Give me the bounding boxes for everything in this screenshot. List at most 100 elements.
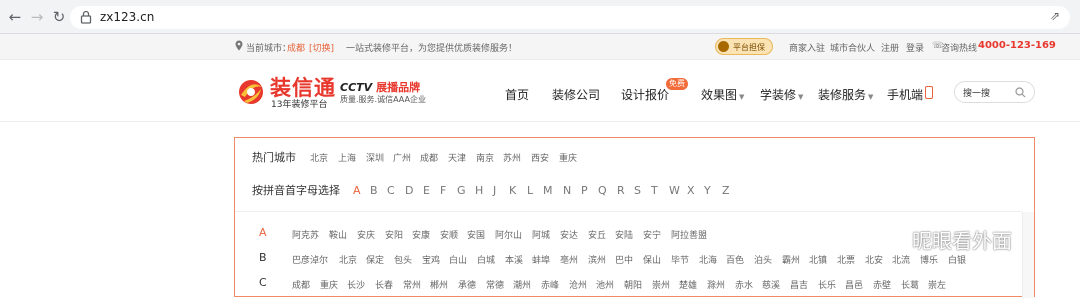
city-link[interactable]: 慈溪 xyxy=(762,278,780,291)
letter-filter[interactable]: T xyxy=(651,184,658,197)
switch-city-link[interactable]: [切换] xyxy=(309,41,334,54)
city-link[interactable]: 保山 xyxy=(643,253,661,266)
city-link[interactable]: 赤水 xyxy=(735,278,753,291)
city-link[interactable]: 安陆 xyxy=(615,228,633,241)
city-link[interactable]: 安阳 xyxy=(385,228,403,241)
city-link[interactable]: 百色 xyxy=(726,253,744,266)
hot-city-link[interactable]: 北京 xyxy=(310,151,328,164)
city-link[interactable]: 毕节 xyxy=(671,253,689,266)
hot-city-link[interactable]: 苏州 xyxy=(503,151,521,164)
letter-filter[interactable]: S xyxy=(634,184,641,197)
letter-filter[interactable]: N xyxy=(563,184,571,197)
city-link[interactable]: 安庆 xyxy=(357,228,375,241)
city-link[interactable]: 安宁 xyxy=(643,228,661,241)
letter-filter[interactable]: Q xyxy=(598,184,607,197)
city-link[interactable]: 亳州 xyxy=(560,253,578,266)
reload-icon[interactable]: ↻ xyxy=(50,8,68,26)
city-link[interactable]: 安丘 xyxy=(588,228,606,241)
current-city[interactable]: 成都 xyxy=(287,41,305,54)
city-link[interactable]: 池州 xyxy=(596,278,614,291)
guarantee-badge[interactable]: 平台担保 xyxy=(715,38,773,55)
city-link[interactable]: 博乐 xyxy=(920,253,938,266)
city-link[interactable]: 安国 xyxy=(467,228,485,241)
city-link[interactable]: 阿克苏 xyxy=(292,228,319,241)
city-link[interactable]: 朝阳 xyxy=(624,278,642,291)
city-partner-link[interactable]: 城市合伙人 xyxy=(830,41,875,54)
city-link[interactable]: 赤壁 xyxy=(873,278,891,291)
city-link[interactable]: 阿尔山 xyxy=(495,228,522,241)
city-link[interactable]: 北镇 xyxy=(809,253,827,266)
city-link[interactable]: 承德 xyxy=(458,278,476,291)
hot-city-link[interactable]: 南京 xyxy=(476,151,494,164)
hot-city-link[interactable]: 上海 xyxy=(338,151,356,164)
city-link[interactable]: 崇州 xyxy=(652,278,670,291)
hot-city-link[interactable]: 西安 xyxy=(531,151,549,164)
letter-filter[interactable]: C xyxy=(387,184,395,197)
nav-home[interactable]: 首页 xyxy=(505,86,529,103)
city-link[interactable]: 长葛 xyxy=(901,278,919,291)
city-link[interactable]: 白银 xyxy=(948,253,966,266)
city-link[interactable]: 宝鸡 xyxy=(422,253,440,266)
letter-filter[interactable]: R xyxy=(617,184,625,197)
address-bar[interactable]: zx123.cn ⇗ xyxy=(70,6,1070,29)
nav-mobile[interactable]: 手机端 xyxy=(887,86,923,103)
city-link[interactable]: 安康 xyxy=(412,228,430,241)
letter-filter[interactable]: K xyxy=(509,184,516,197)
back-icon[interactable]: ← xyxy=(6,8,24,26)
city-link[interactable]: 滁州 xyxy=(707,278,725,291)
letter-filter[interactable]: X xyxy=(687,184,695,197)
city-link[interactable]: 保定 xyxy=(366,253,384,266)
city-link[interactable]: 崇左 xyxy=(928,278,946,291)
city-link[interactable]: 长沙 xyxy=(347,278,365,291)
city-link[interactable]: 白山 xyxy=(449,253,467,266)
city-link[interactable]: 常德 xyxy=(486,278,504,291)
hot-city-link[interactable]: 成都 xyxy=(420,151,438,164)
letter-filter[interactable]: A xyxy=(353,184,361,197)
city-link[interactable]: 赤峰 xyxy=(541,278,559,291)
letter-filter[interactable]: P xyxy=(581,184,588,197)
logo-icon[interactable] xyxy=(235,75,267,107)
nav-companies[interactable]: 装修公司 xyxy=(552,86,600,103)
scrollbar[interactable] xyxy=(1022,212,1034,298)
nav-quote[interactable]: 设计报价 xyxy=(621,86,669,103)
city-link[interactable]: 郴州 xyxy=(430,278,448,291)
city-link[interactable]: 昌邑 xyxy=(845,278,863,291)
city-link[interactable]: 安顺 xyxy=(440,228,458,241)
city-link[interactable]: 沧州 xyxy=(569,278,587,291)
city-link[interactable]: 北票 xyxy=(837,253,855,266)
city-link[interactable]: 巴中 xyxy=(615,253,633,266)
nav-learn[interactable]: 学装修 ▼ xyxy=(760,86,803,103)
city-link[interactable]: 北海 xyxy=(699,253,717,266)
city-link[interactable]: 昌吉 xyxy=(790,278,808,291)
letter-filter[interactable]: D xyxy=(405,184,413,197)
nav-services[interactable]: 装修服务 ▼ xyxy=(818,86,873,103)
letter-filter[interactable]: Y xyxy=(704,184,711,197)
forward-icon[interactable]: → xyxy=(28,8,46,26)
city-link[interactable]: 楚雄 xyxy=(679,278,697,291)
nav-gallery[interactable]: 效果图 ▼ xyxy=(701,86,744,103)
merchant-join-link[interactable]: 商家入驻 xyxy=(789,41,825,54)
letter-filter[interactable]: B xyxy=(370,184,378,197)
city-link[interactable]: 滨州 xyxy=(588,253,606,266)
city-link[interactable]: 霸州 xyxy=(782,253,800,266)
letter-filter[interactable]: H xyxy=(475,184,483,197)
city-link[interactable]: 白城 xyxy=(477,253,495,266)
letter-filter[interactable]: M xyxy=(543,184,553,197)
city-link[interactable]: 北流 xyxy=(892,253,910,266)
letter-filter[interactable]: E xyxy=(423,184,430,197)
search-icon[interactable] xyxy=(1015,87,1026,98)
hot-city-link[interactable]: 天津 xyxy=(448,151,466,164)
search-input[interactable] xyxy=(963,86,1019,99)
letter-filter[interactable]: F xyxy=(440,184,446,197)
city-link[interactable]: 鞍山 xyxy=(329,228,347,241)
city-link[interactable]: 阿拉善盟 xyxy=(671,228,707,241)
letter-filter[interactable]: Z xyxy=(722,184,730,197)
city-link[interactable]: 阿城 xyxy=(532,228,550,241)
city-link[interactable]: 成都 xyxy=(292,278,310,291)
share-icon[interactable]: ⇗ xyxy=(1050,9,1060,23)
letter-filter[interactable]: G xyxy=(457,184,466,197)
hot-city-link[interactable]: 重庆 xyxy=(559,151,577,164)
login-link[interactable]: 登录 xyxy=(906,41,924,54)
city-link[interactable]: 泊头 xyxy=(754,253,772,266)
city-link[interactable]: 重庆 xyxy=(320,278,338,291)
